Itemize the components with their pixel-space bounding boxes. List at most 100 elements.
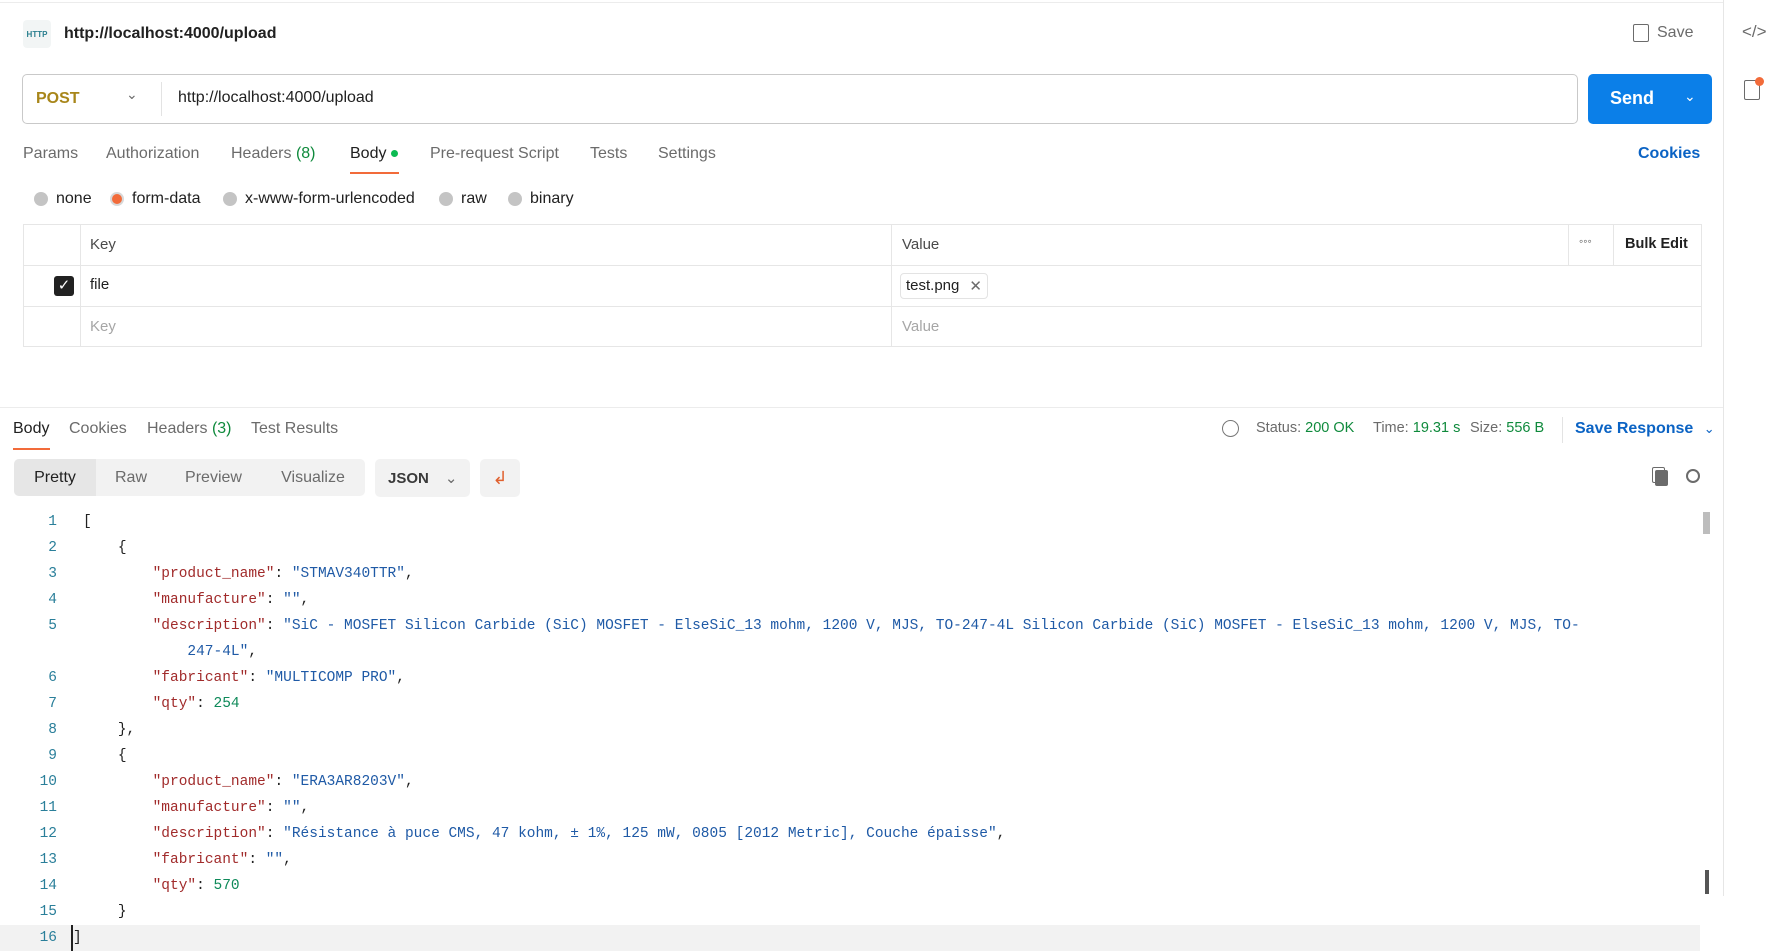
response-tab-headers[interactable]: Headers (3) xyxy=(147,420,232,438)
table-row: ✓ file test.png ✕ xyxy=(24,265,1701,306)
more-options-icon[interactable]: ◦◦◦ xyxy=(1579,234,1592,248)
code-text: ] xyxy=(71,925,1585,951)
tab-authorization[interactable]: Authorization xyxy=(106,145,199,163)
view-raw[interactable]: Raw xyxy=(96,459,166,496)
code-line: 7 "qty": 254 xyxy=(0,691,1700,717)
file-name: test.png xyxy=(906,277,960,294)
chevron-down-icon[interactable]: ⌄ xyxy=(126,86,138,103)
url-input[interactable]: http://localhost:4000/upload xyxy=(178,89,374,107)
radio-x-www-form-urlencoded[interactable]: x-www-form-urlencoded xyxy=(223,190,415,208)
row-checkbox[interactable]: ✓ xyxy=(54,276,74,296)
tab-headers[interactable]: Headers (8) xyxy=(231,145,316,163)
view-visualize[interactable]: Visualize xyxy=(261,459,365,496)
radio-icon xyxy=(508,192,522,206)
send-button[interactable]: Send ⌄ xyxy=(1588,74,1712,124)
search-icon[interactable] xyxy=(1686,469,1700,483)
response-tab-body[interactable]: Body xyxy=(13,420,49,438)
view-preview[interactable]: Preview xyxy=(166,459,261,496)
code-line: 4 "manufacture": "", xyxy=(0,587,1700,613)
chevron-down-icon[interactable]: ⌄ xyxy=(1684,88,1696,105)
chevron-down-icon: ⌄ xyxy=(444,470,458,487)
divider xyxy=(161,82,162,116)
active-tab-indicator xyxy=(13,448,50,450)
json-string: "STMAV340TTR" xyxy=(291,566,405,582)
response-tab-test-results[interactable]: Test Results xyxy=(251,420,338,438)
json-string: "Résistance à puce CMS, 47 kohm, ± 1%, 1… xyxy=(283,826,997,842)
radio-icon xyxy=(34,192,48,206)
tab-tests[interactable]: Tests xyxy=(590,145,627,163)
line-number: 10 xyxy=(39,774,57,790)
code-snippet-icon[interactable]: </> xyxy=(1742,22,1767,42)
save-response-label: Save Response xyxy=(1575,420,1694,437)
cookies-link[interactable]: Cookies xyxy=(1638,145,1700,163)
json-punctuation: , xyxy=(300,592,310,608)
radio-label: binary xyxy=(530,190,574,207)
tab-label: Headers xyxy=(147,420,208,437)
key-input[interactable]: file xyxy=(90,276,109,293)
format-label: JSON xyxy=(388,470,429,487)
json-punctuation: , xyxy=(248,644,258,660)
json-key: "qty" xyxy=(152,878,197,894)
request-title[interactable]: http://localhost:4000/upload xyxy=(64,25,276,43)
col-divider xyxy=(1568,225,1569,265)
code-line: 9{ xyxy=(0,743,1700,769)
format-select[interactable]: JSON ⌄ xyxy=(375,459,470,497)
value-header: Value xyxy=(902,236,940,253)
file-chip[interactable]: test.png ✕ xyxy=(900,273,988,299)
view-pretty[interactable]: Pretty xyxy=(14,459,96,496)
json-punctuation: , xyxy=(300,800,310,816)
globe-icon[interactable] xyxy=(1222,420,1239,437)
save-icon xyxy=(1633,24,1649,42)
method-select[interactable]: POST xyxy=(36,90,80,108)
json-punctuation: , xyxy=(996,826,1006,842)
tab-pre-request-script[interactable]: Pre-request Script xyxy=(430,145,559,163)
json-punctuation: : xyxy=(248,852,266,868)
chevron-down-icon: ⌄ xyxy=(1703,421,1715,436)
code-text: } xyxy=(83,899,1597,925)
code-text: { xyxy=(83,743,1597,769)
json-key: "description" xyxy=(152,618,266,634)
new-key-input[interactable]: Key xyxy=(90,318,116,335)
divider xyxy=(1562,417,1563,443)
json-punctuation: ] xyxy=(73,930,82,946)
wrap-lines-icon[interactable]: ↲ xyxy=(480,459,520,497)
tab-body[interactable]: Body xyxy=(350,145,399,163)
radio-form-data[interactable]: form-data xyxy=(110,190,200,208)
col-divider xyxy=(1613,225,1614,265)
view-mode-selector: Pretty Raw Preview Visualize xyxy=(14,459,365,496)
new-value-input[interactable]: Value xyxy=(902,318,939,335)
code-text: [ xyxy=(83,509,1597,535)
json-string: "" xyxy=(265,852,284,868)
pane-divider[interactable] xyxy=(0,407,1723,408)
size: Size: 556 B xyxy=(1470,420,1544,436)
response-body-editor[interactable]: 1[2{3 "product_name": "STMAV340TTR", 4 "man… xyxy=(0,509,1700,951)
code-text: "manufacture": "", xyxy=(83,587,1597,613)
save-response-button[interactable]: Save Response ⌄ xyxy=(1575,420,1715,438)
bulk-edit-button[interactable]: Bulk Edit xyxy=(1625,236,1688,252)
response-tab-cookies[interactable]: Cookies xyxy=(69,420,127,438)
radio-binary[interactable]: binary xyxy=(508,190,574,208)
line-number: 4 xyxy=(48,592,57,608)
scrollbar[interactable] xyxy=(1703,512,1710,534)
code-line: 8}, xyxy=(0,717,1700,743)
line-number: 7 xyxy=(48,696,57,712)
json-punctuation: }, xyxy=(117,722,136,738)
json-key: "manufacture" xyxy=(152,800,266,816)
tab-settings[interactable]: Settings xyxy=(658,145,716,163)
line-number: 2 xyxy=(48,540,57,556)
save-button[interactable]: Save xyxy=(1633,24,1693,42)
copy-icon[interactable] xyxy=(1655,470,1668,486)
code-line: 3 "product_name": "STMAV340TTR", xyxy=(0,561,1700,587)
line-number: 8 xyxy=(48,722,57,738)
remove-file-icon[interactable]: ✕ xyxy=(969,277,982,295)
json-string: "" xyxy=(283,800,301,816)
row-divider xyxy=(24,306,1701,307)
json-punctuation: : xyxy=(196,878,214,894)
code-line: 13 "fabricant": "", xyxy=(0,847,1700,873)
json-punctuation: { xyxy=(117,748,127,764)
radio-raw[interactable]: raw xyxy=(439,190,487,208)
line-number: 9 xyxy=(48,748,57,764)
code-line: 10 "product_name": "ERA3AR8203V", xyxy=(0,769,1700,795)
tab-params[interactable]: Params xyxy=(23,145,78,163)
radio-none[interactable]: none xyxy=(34,190,92,208)
